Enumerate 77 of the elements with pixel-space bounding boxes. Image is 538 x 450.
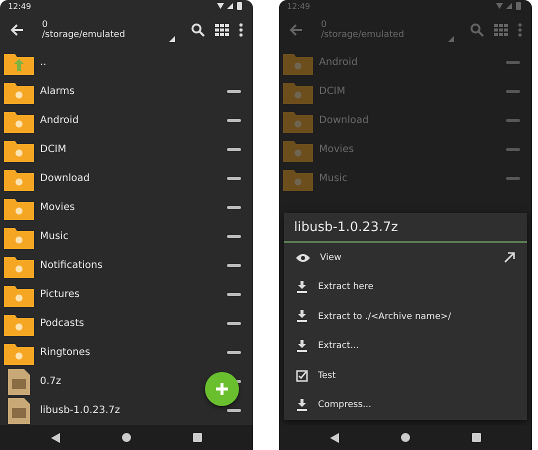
size-mark <box>227 119 241 122</box>
file-name: Podcasts <box>40 318 84 329</box>
download-icon <box>296 280 308 294</box>
menu-item[interactable]: Extract to ./<Archive name>/ <box>284 302 527 332</box>
file-name: Pictures <box>40 289 80 300</box>
add-button[interactable] <box>205 372 239 406</box>
menu-item[interactable]: Extract... <box>284 332 527 361</box>
size-mark <box>227 148 241 151</box>
menu-item[interactable]: View <box>284 243 527 272</box>
file-name: Android <box>40 115 79 126</box>
download-icon <box>296 398 308 412</box>
file-name: libusb-1.0.23.7z <box>40 405 120 416</box>
file-name: Movies <box>319 144 354 155</box>
file-name: Music <box>319 173 348 184</box>
file-row[interactable]: Podcasts <box>0 309 253 338</box>
menu-item[interactable]: Test <box>284 361 527 390</box>
status-icons <box>217 2 245 10</box>
menu-title: libusb-1.0.23.7z <box>284 213 527 243</box>
file-row[interactable]: Download <box>0 164 253 193</box>
file-name: .. <box>40 57 46 68</box>
file-name: Music <box>40 231 68 242</box>
size-mark <box>227 351 241 354</box>
size-mark <box>227 206 241 209</box>
file-row[interactable]: Ringtones <box>0 338 253 367</box>
file-name: 0.7z <box>40 376 62 387</box>
menu-item-label: Compress... <box>318 400 372 410</box>
path-label[interactable]: /storage/emulated <box>42 30 159 40</box>
size-mark <box>227 235 241 238</box>
size-mark <box>227 177 241 180</box>
search-icon[interactable] <box>191 23 205 37</box>
size-mark <box>227 264 241 267</box>
file-row[interactable]: Movies <box>0 193 253 222</box>
back-arrow-icon[interactable] <box>10 23 24 37</box>
size-mark <box>227 293 241 296</box>
menu-item-label: Extract here <box>318 282 374 292</box>
grid-icon[interactable] <box>215 23 229 37</box>
file-name: Download <box>40 173 90 184</box>
download-icon <box>296 310 308 324</box>
plus-icon <box>215 382 229 396</box>
file-name: Ringtones <box>40 347 90 358</box>
eye-icon <box>296 252 310 263</box>
more-icon[interactable] <box>239 23 243 37</box>
status-time: 12:49 <box>287 2 310 10</box>
dropdown-icon[interactable] <box>169 36 175 42</box>
file-name: DCIM <box>319 86 346 97</box>
checkbox-icon <box>296 370 308 382</box>
home-nav-icon[interactable] <box>122 433 131 442</box>
size-mark <box>227 322 241 325</box>
menu-item[interactable]: Compress... <box>284 390 527 420</box>
file-row[interactable]: Pictures <box>0 280 253 309</box>
file-row[interactable]: Notifications <box>0 251 253 280</box>
file-row[interactable]: Music <box>0 222 253 251</box>
size-mark <box>227 90 241 93</box>
menu-item-label: Extract... <box>318 341 359 352</box>
menu-item-label: Test <box>318 370 336 381</box>
file-row[interactable]: .. <box>0 48 253 77</box>
file-row[interactable]: DCIM <box>0 135 253 164</box>
download-icon <box>296 340 308 353</box>
file-name: Notifications <box>40 260 103 271</box>
back-nav-icon[interactable] <box>51 432 60 442</box>
home-nav-icon[interactable] <box>401 433 410 442</box>
file-name: Alarms <box>40 86 75 97</box>
size-mark <box>227 409 241 412</box>
status-time: 12:49 <box>8 2 32 10</box>
file-name: Android <box>319 57 358 68</box>
menu-item[interactable]: Extract here <box>284 272 527 302</box>
file-row[interactable]: Alarms <box>0 77 253 106</box>
back-nav-icon[interactable] <box>330 432 339 442</box>
toolbar-title: 0 <box>42 20 49 30</box>
menu-item-label: View <box>320 252 342 263</box>
toolbar-title: 0 <box>321 20 328 30</box>
open-external-icon[interactable] <box>504 252 515 264</box>
file-name: Movies <box>40 202 75 213</box>
file-name: Download <box>319 115 369 126</box>
menu-item-label: Extract to ./<Archive name>/ <box>318 312 452 322</box>
file-name: DCIM <box>40 144 66 155</box>
file-row[interactable]: Android <box>0 106 253 135</box>
